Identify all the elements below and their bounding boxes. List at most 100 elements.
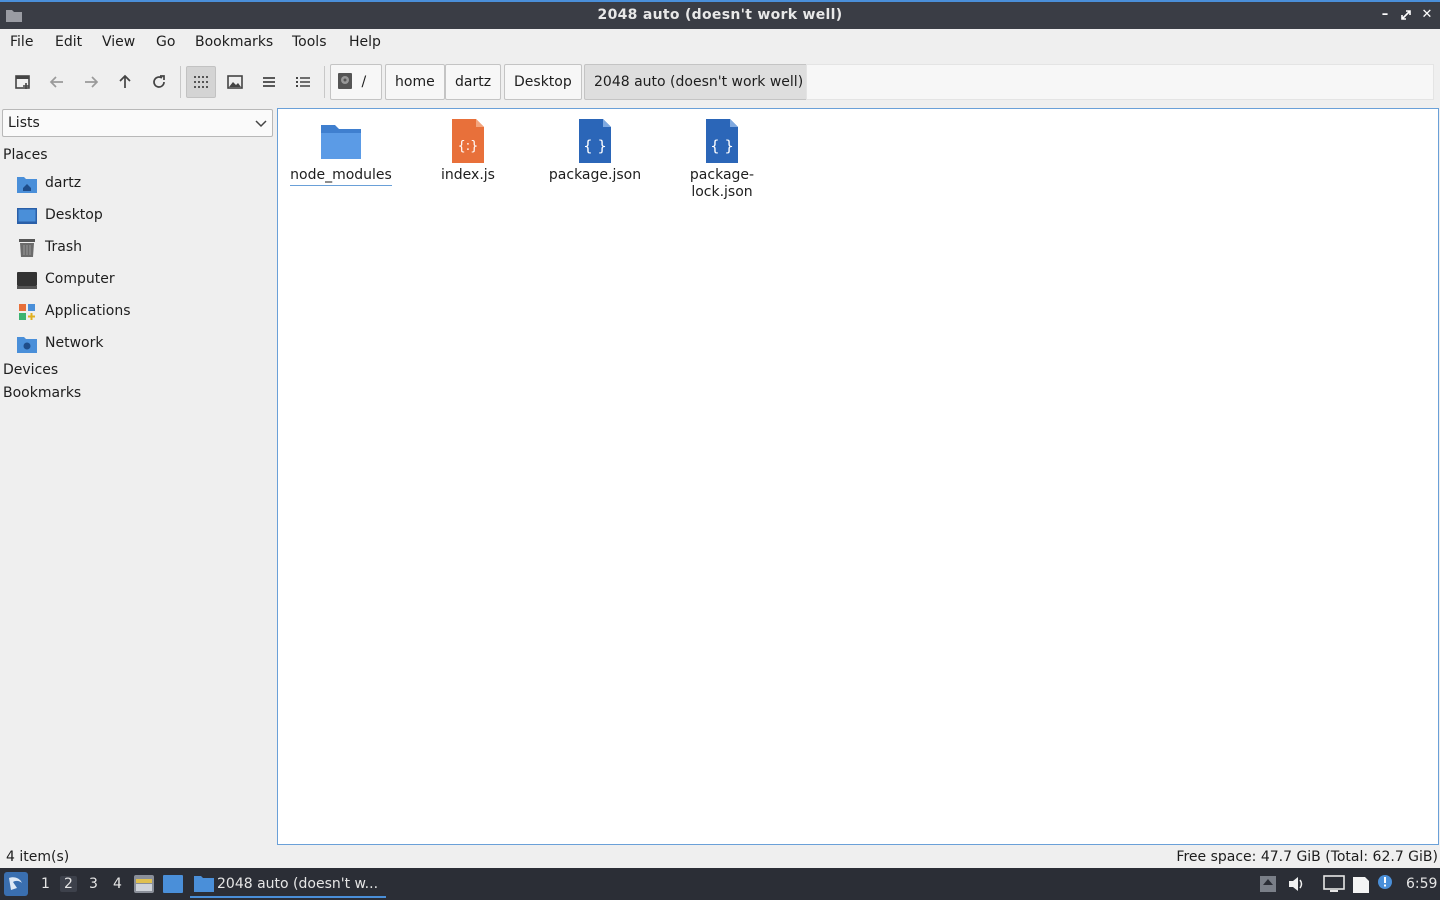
chevron-down-icon: [255, 120, 267, 128]
compact-view-button[interactable]: [254, 66, 284, 98]
clock[interactable]: 6:59: [1406, 876, 1437, 892]
list-view-icon: [263, 77, 275, 87]
sidebar: Lists Places dartz Desktop Trash Compute…: [0, 108, 276, 846]
file-name: node_modules: [290, 167, 392, 186]
menu-view[interactable]: View: [102, 34, 135, 50]
workspace-1[interactable]: 1: [41, 876, 50, 892]
workspace-4[interactable]: 4: [113, 876, 122, 892]
maximize-icon: [1401, 10, 1411, 20]
network-status-icon[interactable]: [1323, 875, 1345, 893]
breadcrumb-current[interactable]: 2048 auto (doesn't work well): [584, 64, 814, 100]
toolbar-separator: [324, 66, 325, 98]
sidebar-item-computer[interactable]: Computer: [17, 269, 267, 291]
image-view-icon: [227, 75, 243, 89]
toolbar: / home dartz Desktop 2048 auto (doesn't …: [0, 58, 1440, 106]
new-tab-icon: [15, 75, 30, 89]
close-button[interactable]: ✕: [1419, 6, 1435, 24]
desktop-icon: [17, 208, 37, 224]
back-button[interactable]: [42, 66, 72, 98]
location-bar-empty[interactable]: [806, 64, 1434, 100]
sidebar-item-label: Computer: [45, 271, 115, 287]
menu-go[interactable]: Go: [156, 34, 175, 50]
window-title: 2048 auto (doesn't work well): [597, 7, 843, 23]
start-menu-button[interactable]: [4, 872, 28, 900]
clipboard-icon[interactable]: [1351, 875, 1371, 893]
breadcrumb-root-label: /: [361, 74, 367, 90]
breadcrumb-dartz[interactable]: dartz: [445, 64, 502, 100]
sidebar-item-label: Trash: [45, 239, 82, 255]
reload-button[interactable]: [144, 66, 174, 98]
file-view[interactable]: node_modules {:} index.js { } package.js…: [277, 108, 1439, 845]
svg-text:{:}: {:}: [458, 139, 479, 154]
file-item-index-js[interactable]: {:} index.js: [409, 117, 527, 184]
bookmarks-heading[interactable]: Bookmarks: [3, 385, 81, 401]
json-file-icon: { }: [706, 119, 738, 163]
menu-help[interactable]: Help: [349, 34, 381, 50]
side-pane-mode-value: Lists: [8, 115, 40, 131]
breadcrumb-root[interactable]: /: [330, 64, 382, 100]
taskbar: 1 2 3 4 2048 auto (doesn't w... 6:59: [0, 868, 1440, 900]
detailed-view-button[interactable]: [288, 66, 318, 98]
workspace-2[interactable]: 2: [60, 876, 77, 892]
applications-icon: [19, 304, 35, 320]
sidebar-item-desktop[interactable]: Desktop: [17, 205, 267, 227]
menu-edit[interactable]: Edit: [55, 34, 82, 50]
devices-heading[interactable]: Devices: [3, 362, 58, 378]
file-name: index.js: [441, 167, 495, 183]
title-bar: 2048 auto (doesn't work well) – ✕: [0, 0, 1440, 29]
menu-tools[interactable]: Tools: [292, 34, 327, 50]
file-item-package-json[interactable]: { } package.json: [536, 117, 654, 184]
file-name-line-1: package-: [689, 167, 755, 183]
svg-text:{ }: { }: [710, 137, 734, 155]
detail-list-icon: [296, 77, 310, 87]
updates-icon[interactable]: [1259, 875, 1277, 893]
workspace-3[interactable]: 3: [89, 876, 98, 892]
maximize-button[interactable]: [1398, 6, 1414, 24]
show-desktop-icon: [163, 875, 183, 893]
sidebar-item-label: Applications: [45, 303, 131, 319]
quicklaunch-file-manager[interactable]: [134, 875, 154, 897]
sidebar-item-applications[interactable]: Applications: [17, 301, 267, 323]
sidebar-item-label: Desktop: [45, 207, 103, 223]
free-space: Free space: 47.7 GiB (Total: 62.7 GiB): [1176, 849, 1438, 865]
quicklaunch-desktop[interactable]: [163, 875, 183, 897]
computer-icon: [17, 272, 37, 289]
taskbar-window-label: 2048 auto (doesn't w...: [217, 876, 379, 892]
toolbar-separator: [180, 66, 181, 98]
item-count: 4 item(s): [6, 849, 70, 865]
icon-view-button[interactable]: [186, 66, 216, 98]
taskbar-window-button[interactable]: 2048 auto (doesn't w...: [190, 870, 386, 898]
notification-icon[interactable]: [1377, 873, 1393, 891]
breadcrumb-desktop[interactable]: Desktop: [504, 64, 582, 100]
file-item-package-lock-json[interactable]: { } package- lock.json: [663, 117, 781, 201]
volume-icon[interactable]: [1287, 875, 1305, 893]
sidebar-item-network[interactable]: Network: [17, 333, 267, 355]
drive-icon: [338, 72, 352, 89]
side-pane-mode-select[interactable]: Lists: [2, 109, 273, 137]
thumbnail-view-button[interactable]: [220, 66, 250, 98]
up-button[interactable]: [110, 66, 140, 98]
sidebar-item-dartz[interactable]: dartz: [17, 173, 267, 195]
sidebar-item-label: Network: [45, 335, 104, 351]
svg-text:{ }: { }: [583, 137, 607, 155]
sidebar-item-trash[interactable]: Trash: [17, 237, 267, 259]
menu-file[interactable]: File: [10, 34, 33, 50]
new-tab-button[interactable]: [8, 66, 38, 98]
lxqt-menu-icon: [4, 872, 28, 896]
reload-icon: [153, 75, 165, 88]
arrow-up-icon: [119, 74, 131, 88]
minimize-button[interactable]: –: [1377, 6, 1393, 24]
arrow-left-icon: [49, 76, 63, 88]
network-icon: [17, 337, 37, 353]
forward-button[interactable]: [76, 66, 106, 98]
menubar: File Edit View Go Bookmarks Tools Help: [0, 29, 1440, 57]
folder-icon: [194, 876, 214, 892]
arrow-right-icon: [85, 76, 99, 88]
file-item-node-modules[interactable]: node_modules: [282, 117, 400, 186]
home-folder-icon: [17, 177, 37, 193]
menu-bookmarks[interactable]: Bookmarks: [195, 34, 273, 50]
places-heading: Places: [3, 147, 48, 163]
file-manager-icon: [134, 875, 154, 893]
breadcrumb-home[interactable]: home: [385, 64, 445, 100]
sidebar-item-label: dartz: [45, 175, 82, 191]
